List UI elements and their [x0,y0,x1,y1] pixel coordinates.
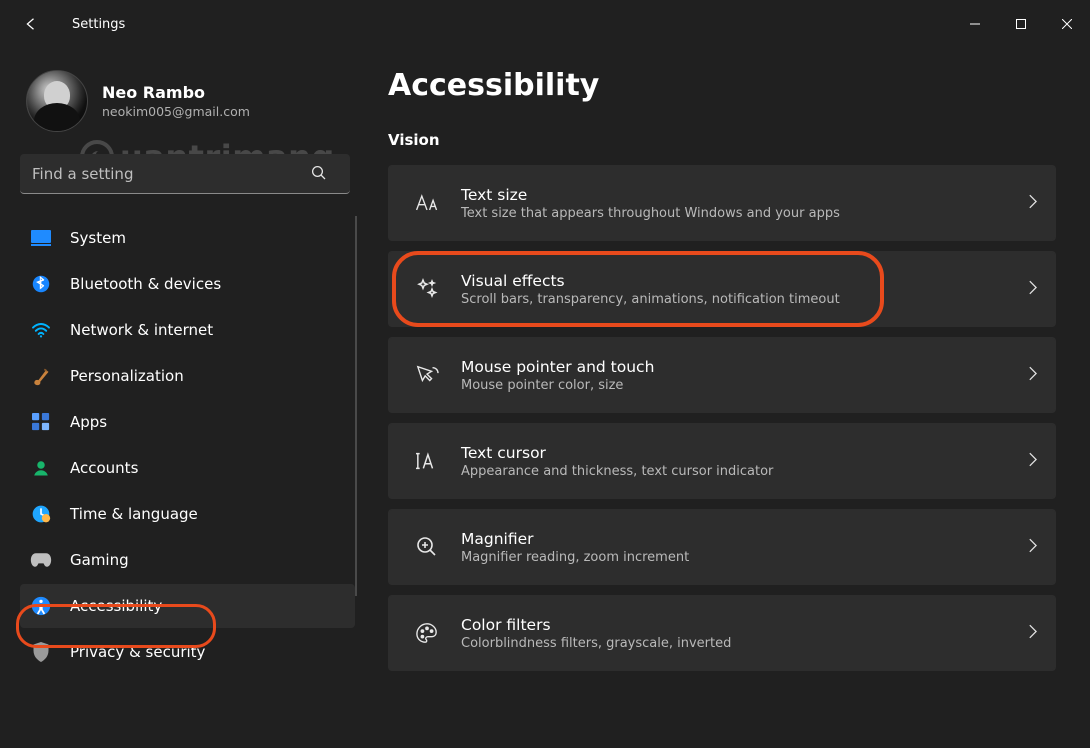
card-desc: Colorblindness filters, grayscale, inver… [461,636,1028,651]
clock-globe-icon [30,503,52,525]
card-visual-effects[interactable]: Visual effects Scroll bars, transparency… [388,251,1056,327]
sidebar-item-label: Apps [70,413,107,431]
chevron-right-icon [1028,366,1037,385]
sidebar-item-accessibility[interactable]: Accessibility [20,584,355,628]
settings-cards: Text size Text size that appears through… [388,165,1056,671]
card-desc: Scroll bars, transparency, animations, n… [461,292,1028,307]
sparkle-icon [407,277,447,301]
sidebar-item-label: Bluetooth & devices [70,275,221,293]
text-size-icon [407,192,447,214]
chevron-right-icon [1028,624,1037,643]
chevron-right-icon [1028,538,1037,557]
chevron-right-icon [1028,194,1037,213]
card-desc: Mouse pointer color, size [461,378,1028,393]
sidebar-item-label: Network & internet [70,321,213,339]
sidebar-item-personalization[interactable]: Personalization [20,354,355,398]
sidebar-item-label: Personalization [70,367,184,385]
minimize-button[interactable] [952,7,998,41]
card-title: Text size [461,186,1028,204]
page-title: Accessibility [388,68,1056,103]
sidebar-item-time[interactable]: Time & language [20,492,355,536]
sidebar: Neo Rambo neokim005@gmail.com uantrimang… [0,48,360,748]
card-desc: Magnifier reading, zoom increment [461,550,1028,565]
card-title: Visual effects [461,272,1028,290]
card-title: Magnifier [461,530,1028,548]
cursor-icon [407,364,447,386]
card-desc: Appearance and thickness, text cursor in… [461,464,1028,479]
sidebar-item-network[interactable]: Network & internet [20,308,355,352]
card-title: Text cursor [461,444,1028,462]
sidebar-item-accounts[interactable]: Accounts [20,446,355,490]
sidebar-item-label: Gaming [70,551,129,569]
avatar [26,70,88,132]
back-button[interactable] [12,6,48,42]
bluetooth-icon [30,273,52,295]
search-container [20,154,350,194]
card-text-cursor[interactable]: Text cursor Appearance and thickness, te… [388,423,1056,499]
section-title: Vision [388,131,1056,149]
sidebar-item-system[interactable]: System [20,216,355,260]
chevron-right-icon [1028,452,1037,471]
nav: System Bluetooth & devices Network & int… [20,216,356,674]
paintbrush-icon [30,365,52,387]
search-input[interactable] [20,154,350,194]
sidebar-item-gaming[interactable]: Gaming [20,538,355,582]
sidebar-item-privacy[interactable]: Privacy & security [20,630,355,674]
profile-email: neokim005@gmail.com [102,104,250,119]
display-icon [30,227,52,249]
maximize-button[interactable] [998,7,1044,41]
wifi-icon [30,319,52,341]
apps-icon [30,411,52,433]
sidebar-item-label: Time & language [70,505,198,523]
person-icon [30,457,52,479]
sidebar-item-label: System [70,229,126,247]
card-desc: Text size that appears throughout Window… [461,206,1028,221]
text-cursor-icon [407,450,447,472]
search-icon [310,164,328,186]
profile-block[interactable]: Neo Rambo neokim005@gmail.com [26,70,356,132]
sidebar-item-bluetooth[interactable]: Bluetooth & devices [20,262,355,306]
chevron-right-icon [1028,280,1037,299]
accessibility-icon [30,595,52,617]
gamepad-icon [30,549,52,571]
sidebar-item-label: Accessibility [70,597,162,615]
window-title: Settings [72,17,125,32]
magnifier-plus-icon [407,535,447,559]
sidebar-item-apps[interactable]: Apps [20,400,355,444]
main-content: Accessibility Vision Text size Text size… [360,48,1090,748]
card-mouse-pointer[interactable]: Mouse pointer and touch Mouse pointer co… [388,337,1056,413]
card-title: Color filters [461,616,1028,634]
titlebar: Settings [0,0,1090,48]
card-title: Mouse pointer and touch [461,358,1028,376]
card-text-size[interactable]: Text size Text size that appears through… [388,165,1056,241]
shield-icon [30,641,52,663]
profile-name: Neo Rambo [102,83,250,102]
card-color-filters[interactable]: Color filters Colorblindness filters, gr… [388,595,1056,671]
sidebar-item-label: Privacy & security [70,643,205,661]
sidebar-item-label: Accounts [70,459,138,477]
close-button[interactable] [1044,7,1090,41]
card-magnifier[interactable]: Magnifier Magnifier reading, zoom increm… [388,509,1056,585]
palette-icon [407,622,447,644]
